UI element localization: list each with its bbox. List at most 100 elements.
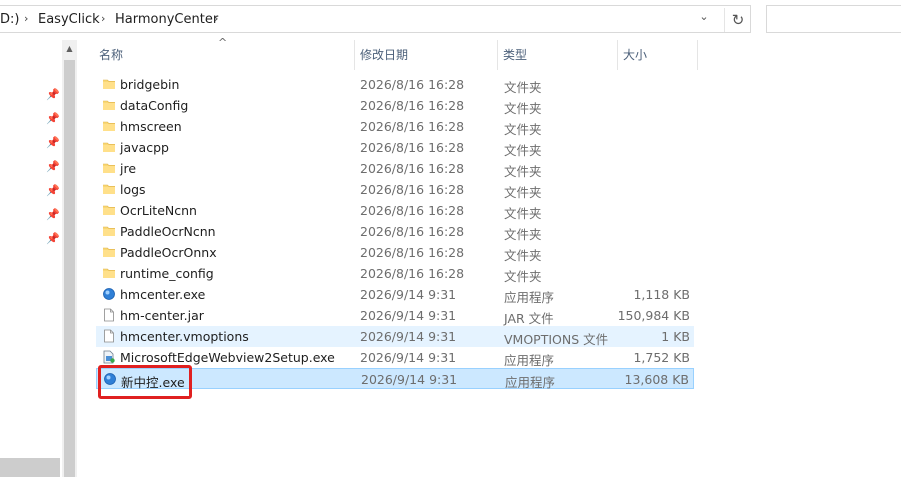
file-name[interactable]: javacpp xyxy=(120,140,169,155)
breadcrumb-harmonycenter[interactable]: HarmonyCenter xyxy=(115,12,218,27)
file-type: 应用程序 xyxy=(504,353,555,368)
file-name[interactable]: hmcenter.exe xyxy=(120,287,205,302)
file-row[interactable]: bridgebin 2026/8/16 16:28 文件夹 xyxy=(96,74,694,95)
breadcrumb-drive[interactable]: D:) xyxy=(0,12,19,27)
breadcrumb-chevron-icon[interactable]: › xyxy=(24,12,28,25)
address-bar[interactable]: D:) › EasyClick › HarmonyCenter › ⌄ ↻ xyxy=(0,5,751,33)
file-name[interactable]: PaddleOcrNcnn xyxy=(120,224,216,239)
file-size: 1,752 KB xyxy=(633,350,690,365)
folder-icon xyxy=(102,161,116,175)
file-size: 1 KB xyxy=(661,329,690,344)
column-header-name[interactable]: 名称 xyxy=(99,40,349,70)
file-type: 文件夹 xyxy=(504,269,542,284)
column-divider[interactable] xyxy=(354,40,355,70)
file-type: 文件夹 xyxy=(504,164,542,179)
folder-icon xyxy=(102,98,116,112)
file-date: 2026/9/14 9:31 xyxy=(361,372,458,387)
file-date: 2026/8/16 16:28 xyxy=(360,161,465,176)
breadcrumb-chevron-icon[interactable]: › xyxy=(214,12,218,25)
file-date: 2026/8/16 16:28 xyxy=(360,98,465,113)
file-row[interactable]: logs 2026/8/16 16:28 文件夹 xyxy=(96,179,694,200)
file-type: 文件夹 xyxy=(504,185,542,200)
pin-icon[interactable]: 📌 xyxy=(46,160,60,173)
file-date: 2026/8/16 16:28 xyxy=(360,77,465,92)
file-date: 2026/8/16 16:28 xyxy=(360,119,465,134)
folder-icon xyxy=(102,182,116,196)
scroll-up-icon[interactable]: ▲ xyxy=(62,44,77,53)
file-type: JAR 文件 xyxy=(504,311,554,326)
pin-icon[interactable]: 📌 xyxy=(46,136,60,149)
horizontal-scrollbar-thumb[interactable] xyxy=(0,458,60,477)
folder-icon xyxy=(102,140,116,154)
file-row[interactable]: javacpp 2026/8/16 16:28 文件夹 xyxy=(96,137,694,158)
file-row[interactable]: jre 2026/8/16 16:28 文件夹 xyxy=(96,158,694,179)
file-name[interactable]: PaddleOcrOnnx xyxy=(120,245,217,260)
breadcrumb-easyclick[interactable]: EasyClick xyxy=(38,12,100,27)
breadcrumb-chevron-icon[interactable]: › xyxy=(101,12,105,25)
file-date: 2026/8/16 16:28 xyxy=(360,224,465,239)
column-header-date[interactable]: 修改日期 xyxy=(360,40,490,70)
file-name[interactable]: hm-center.jar xyxy=(120,308,204,323)
file-row[interactable]: OcrLiteNcnn 2026/8/16 16:28 文件夹 xyxy=(96,200,694,221)
app-icon xyxy=(102,287,116,301)
chevron-down-icon[interactable]: ⌄ xyxy=(692,10,716,30)
file-type: VMOPTIONS 文件 xyxy=(504,332,609,347)
highlight-box xyxy=(98,365,192,399)
file-name[interactable]: jre xyxy=(120,161,136,176)
file-row[interactable]: PaddleOcrNcnn 2026/8/16 16:28 文件夹 xyxy=(96,221,694,242)
file-type: 应用程序 xyxy=(505,375,556,390)
file-icon xyxy=(102,329,116,343)
column-divider[interactable] xyxy=(697,40,698,70)
folder-icon xyxy=(102,224,116,238)
file-type: 应用程序 xyxy=(504,290,555,305)
pin-icon[interactable]: 📌 xyxy=(46,112,60,125)
column-divider[interactable] xyxy=(497,40,498,70)
file-size: 13,608 KB xyxy=(624,372,689,387)
file-size: 150,984 KB xyxy=(617,308,690,323)
folder-icon xyxy=(102,203,116,217)
file-name[interactable]: bridgebin xyxy=(120,77,179,92)
file-type: 文件夹 xyxy=(504,143,542,158)
pin-icon[interactable]: 📌 xyxy=(46,88,60,101)
file-row[interactable]: hm-center.jar 2026/9/14 9:31 JAR 文件 150,984… xyxy=(96,305,694,326)
file-date: 2026/8/16 16:28 xyxy=(360,245,465,260)
file-icon xyxy=(102,308,116,322)
file-row[interactable]: runtime_config 2026/8/16 16:28 文件夹 xyxy=(96,263,694,284)
column-divider[interactable] xyxy=(617,40,618,70)
column-header-type[interactable]: 类型 xyxy=(503,40,613,70)
file-date: 2026/8/16 16:28 xyxy=(360,203,465,218)
column-header-size[interactable]: 大小 xyxy=(623,40,693,70)
file-type: 文件夹 xyxy=(504,227,542,242)
file-row[interactable]: hmscreen 2026/8/16 16:28 文件夹 xyxy=(96,116,694,137)
file-name[interactable]: MicrosoftEdgeWebview2Setup.exe xyxy=(120,350,335,365)
scrollbar-thumb[interactable] xyxy=(64,60,75,477)
file-date: 2026/8/16 16:28 xyxy=(360,182,465,197)
file-date: 2026/8/16 16:28 xyxy=(360,266,465,281)
search-input[interactable] xyxy=(766,5,901,33)
file-type: 文件夹 xyxy=(504,206,542,221)
file-name[interactable]: logs xyxy=(120,182,146,197)
pin-icon[interactable]: 📌 xyxy=(46,232,60,245)
file-name[interactable]: hmscreen xyxy=(120,119,182,134)
file-name[interactable]: dataConfig xyxy=(120,98,188,113)
file-size: 1,118 KB xyxy=(633,287,690,302)
file-date: 2026/9/14 9:31 xyxy=(360,350,457,365)
file-row[interactable]: dataConfig 2026/8/16 16:28 文件夹 xyxy=(96,95,694,116)
nav-scrollbar[interactable]: ▲ xyxy=(62,40,77,477)
refresh-icon[interactable]: ↻ xyxy=(724,8,751,32)
folder-icon xyxy=(102,119,116,133)
file-name[interactable]: runtime_config xyxy=(120,266,214,281)
pin-icon[interactable]: 📌 xyxy=(46,184,60,197)
installer-icon xyxy=(102,350,116,364)
file-name[interactable]: OcrLiteNcnn xyxy=(120,203,197,218)
folder-icon xyxy=(102,77,116,91)
pin-icon[interactable]: 📌 xyxy=(46,208,60,221)
file-name[interactable]: hmcenter.vmoptions xyxy=(120,329,249,344)
file-row[interactable]: hmcenter.vmoptions 2026/9/14 9:31 VMOPTION… xyxy=(96,326,694,347)
file-type: 文件夹 xyxy=(504,80,542,95)
file-type: 文件夹 xyxy=(504,122,542,137)
file-row[interactable]: PaddleOcrOnnx 2026/8/16 16:28 文件夹 xyxy=(96,242,694,263)
file-date: 2026/8/16 16:28 xyxy=(360,140,465,155)
file-row[interactable]: hmcenter.exe 2026/9/14 9:31 应用程序 1,118 KB xyxy=(96,284,694,305)
file-date: 2026/9/14 9:31 xyxy=(360,287,457,302)
